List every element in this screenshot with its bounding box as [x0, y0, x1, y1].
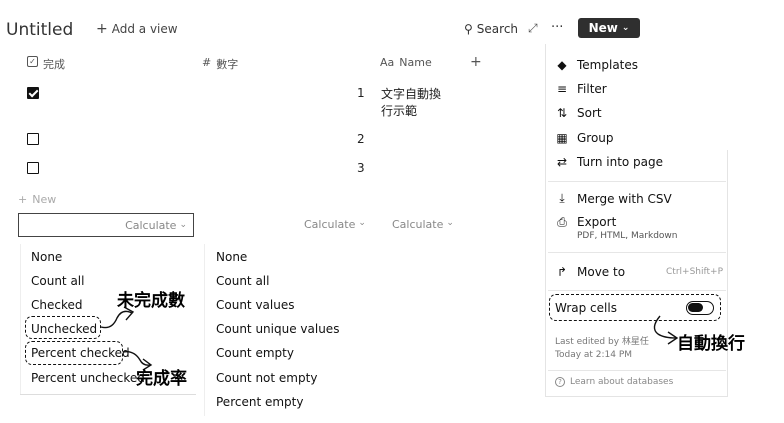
learn-label: Learn about databases — [570, 377, 674, 387]
export-icon: ⎙ — [557, 215, 567, 229]
percent-annotation: 完成率 — [136, 369, 187, 389]
side-menu-left-border — [545, 44, 546, 396]
menu-item-export[interactable]: ⎙ Export PDF, HTML, Markdown — [555, 215, 678, 241]
menu-item-move-to[interactable]: ↱ Move to Ctrl+Shift+P — [555, 265, 723, 279]
move-to-icon: ↱ — [556, 265, 568, 279]
side-menu-bottom-border — [545, 396, 728, 397]
wrap-cells-toggle[interactable] — [686, 301, 714, 315]
menu-label: Templates — [577, 58, 639, 72]
shortcut-label: Ctrl+Shift+P — [666, 267, 723, 277]
menu-divider — [548, 181, 726, 182]
sort-icon: ⇅ — [556, 106, 568, 120]
menu-label: Move to — [577, 265, 626, 279]
menu-item-wrap-cells[interactable]: Wrap cells — [555, 301, 617, 315]
turn-into-page-icon: ⇄ — [556, 155, 568, 169]
last-edited-text: Last edited by 林星任 — [555, 337, 649, 347]
export-text: Export PDF, HTML, Markdown — [577, 215, 678, 241]
wrap-annotation: 自動換行 — [677, 334, 745, 354]
menu-item-group[interactable]: ▦ Group — [555, 131, 614, 145]
menu-label: Turn into page — [577, 155, 664, 169]
annotation-arrows-left — [100, 306, 679, 371]
menu-label: Filter — [577, 82, 607, 96]
export-subtitle: PDF, HTML, Markdown — [577, 231, 678, 241]
menu-label: Export — [577, 215, 617, 229]
menu-item-merge-csv[interactable]: ⤓ Merge with CSV — [555, 191, 672, 206]
menu-label: Merge with CSV — [577, 191, 672, 206]
menu-divider — [548, 252, 726, 253]
help-icon: ? — [555, 377, 565, 387]
side-menu-right-border — [727, 150, 728, 396]
unchecked-annotation: 未完成數 — [117, 291, 185, 311]
templates-icon: ◆ — [557, 58, 567, 72]
menu-label: Sort — [577, 106, 602, 120]
menu-divider — [548, 290, 726, 291]
learn-databases-link[interactable]: ? Learn about databases — [555, 377, 673, 387]
menu-item-turn-into-page[interactable]: ⇄ Turn into page — [555, 155, 663, 169]
menu-item-sort[interactable]: ⇅ Sort — [555, 106, 602, 120]
last-edited-time: Today at 2:14 PM — [555, 350, 633, 360]
menu-item-templates[interactable]: ◆ Templates — [555, 58, 638, 72]
toggle-knob — [688, 303, 703, 312]
download-icon: ⤓ — [559, 191, 565, 205]
menu-divider — [548, 370, 726, 371]
menu-item-filter[interactable]: ≡ Filter — [555, 82, 607, 96]
menu-label: Group — [577, 131, 614, 145]
group-icon: ▦ — [556, 131, 568, 145]
filter-icon: ≡ — [556, 82, 568, 96]
